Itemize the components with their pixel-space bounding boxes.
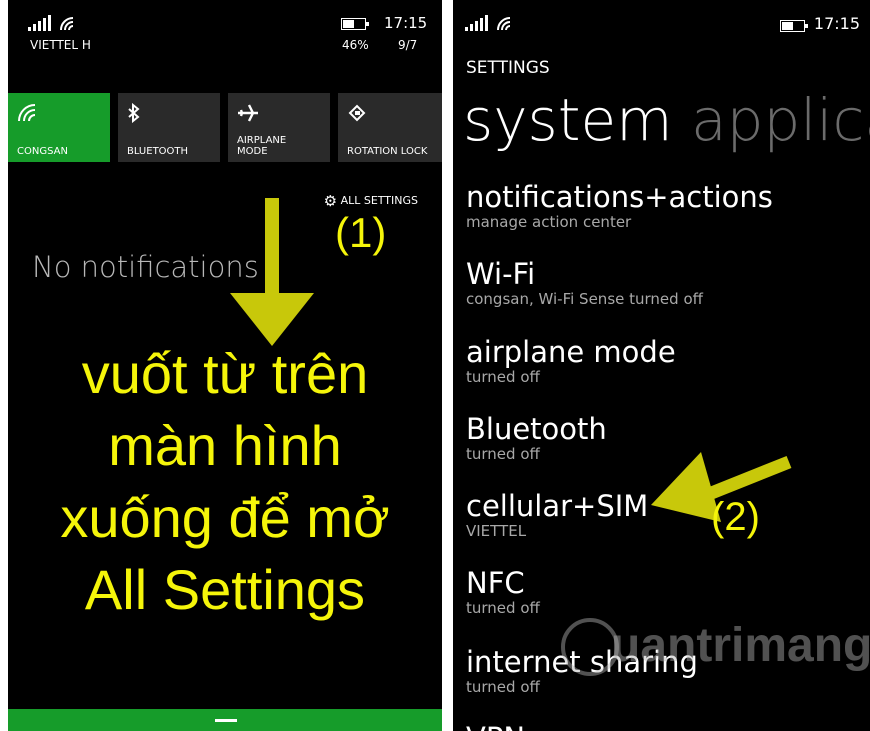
settings-item-subtitle: turned off xyxy=(466,368,540,386)
signal-wifi-status-icons xyxy=(465,15,511,31)
step-two-label: (2) xyxy=(711,495,760,539)
quick-action-label: CONGSAN xyxy=(17,146,68,157)
action-center-screen: VIETTEL H 17:15 46% 9/7 CONGSAN BLUETOOT… xyxy=(8,0,442,731)
pivot-tab-system[interactable]: system xyxy=(463,86,673,154)
settings-item-subtitle: manage action center xyxy=(466,213,632,231)
settings-item-title: notifications+actions xyxy=(466,180,773,214)
handle-dash xyxy=(215,719,237,722)
date: 9/7 xyxy=(398,38,418,52)
watermark-text: uantrimang xyxy=(611,619,870,672)
signal-wifi-status-icons xyxy=(28,15,74,31)
settings-item-wifi[interactable]: Wi-Fi congsan, Wi-Fi Sense turned off xyxy=(466,258,866,308)
settings-item-nfc[interactable]: NFC turned off xyxy=(466,567,866,617)
settings-item-notifications[interactable]: notifications+actions manage action cent… xyxy=(466,181,866,231)
battery-percent: 46% xyxy=(342,38,369,52)
quick-action-label: BLUETOOTH xyxy=(127,146,189,157)
settings-item-title: Wi-Fi xyxy=(466,257,536,291)
caption-line: màn hình xyxy=(108,414,342,477)
clock: 17:15 xyxy=(384,14,428,32)
action-center-handle-bar[interactable] xyxy=(8,709,442,731)
wifi-icon xyxy=(18,104,36,122)
quick-action-label: AIRPLANE MODE xyxy=(237,135,287,157)
settings-item-vpn[interactable]: VPN xyxy=(466,722,866,731)
caption-line: xuống để mở xyxy=(60,486,390,549)
pivot-header: system applica xyxy=(463,86,870,154)
settings-item-title: airplane mode xyxy=(466,335,676,369)
battery-icon xyxy=(341,18,369,30)
settings-item-subtitle: turned off xyxy=(466,678,540,696)
step-one-label: (1) xyxy=(335,209,387,256)
settings-item-subtitle: congsan, Wi-Fi Sense turned off xyxy=(466,290,703,308)
caption-line: All Settings xyxy=(84,558,366,621)
instruction-caption: vuốt từ trên màn hình xuống để mở All Se… xyxy=(8,338,442,626)
carrier-name: VIETTEL H xyxy=(30,38,91,52)
all-settings-link[interactable]: ⚙ ALL SETTINGS xyxy=(324,192,418,210)
quick-action-wifi[interactable]: CONGSAN xyxy=(8,93,110,162)
pivot-tab-applications[interactable]: applica xyxy=(691,86,870,154)
airplane-icon xyxy=(238,104,258,122)
down-arrow-annotation xyxy=(230,198,314,346)
settings-item-subtitle: turned off xyxy=(466,599,540,617)
quick-actions: CONGSAN BLUETOOTH AIRPLANE MODE ROTATION… xyxy=(8,93,442,162)
gear-icon: ⚙ xyxy=(323,192,338,210)
settings-item-airplane-mode[interactable]: airplane mode turned off xyxy=(466,336,866,386)
settings-item-title: NFC xyxy=(466,566,525,600)
quick-action-airplane[interactable]: AIRPLANE MODE xyxy=(228,93,330,162)
quick-action-rotation-lock[interactable]: ROTATION LOCK xyxy=(338,93,442,162)
caption-line: vuốt từ trên xyxy=(81,342,369,405)
rotation-lock-icon xyxy=(348,104,366,122)
page-title: SETTINGS xyxy=(466,58,550,78)
quick-action-bluetooth[interactable]: BLUETOOTH xyxy=(118,93,220,162)
quick-action-label: ROTATION LOCK xyxy=(347,146,428,157)
clock: 17:15 xyxy=(813,14,860,33)
settings-item-title: Bluetooth xyxy=(466,412,607,446)
settings-item-title: VPN xyxy=(466,722,866,731)
bluetooth-icon xyxy=(128,103,140,123)
no-notifications-text: No notifications xyxy=(32,250,259,284)
settings-screen: 17:15 SETTINGS system applica notificati… xyxy=(453,0,870,731)
all-settings-label: ALL SETTINGS xyxy=(340,194,418,207)
battery-icon xyxy=(780,20,808,32)
